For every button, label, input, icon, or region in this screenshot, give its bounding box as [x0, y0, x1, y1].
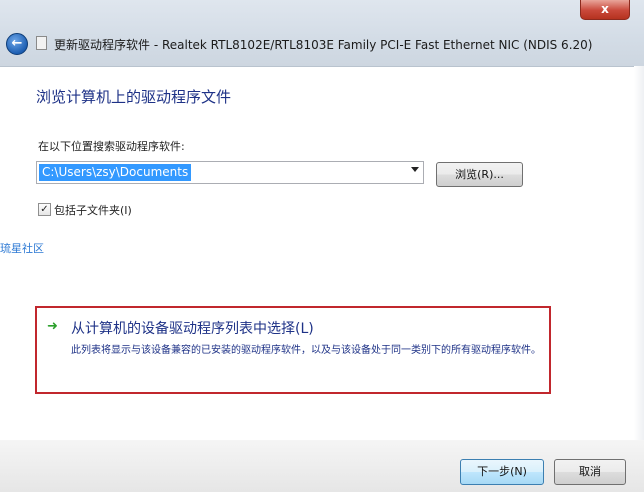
close-button[interactable]: x — [580, 0, 630, 20]
cancel-button[interactable]: 取消 — [554, 459, 626, 485]
back-arrow-icon[interactable]: ← — [6, 33, 28, 55]
window-icon — [36, 36, 47, 50]
window-title: 更新驱动程序软件 - Realtek RTL8102E/RTL8103E Fam… — [54, 38, 593, 52]
path-combobox[interactable]: C:\Users\zsy\Documents — [36, 161, 424, 184]
window-edge — [634, 66, 644, 440]
path-value[interactable]: C:\Users\zsy\Documents — [39, 164, 192, 181]
next-button[interactable]: 下一步(N) — [460, 459, 544, 485]
green-arrow-icon: ➜ — [47, 319, 58, 334]
footer-bar — [0, 440, 644, 492]
search-location-label: 在以下位置搜索驱动程序软件: — [38, 140, 185, 153]
chevron-down-icon[interactable] — [411, 167, 419, 172]
option-description: 此列表将显示与该设备兼容的已安装的驱动程序软件，以及与该设备处于同一类别下的所有… — [71, 345, 541, 356]
watermark-text: 琉星社区 — [0, 242, 44, 255]
option-title[interactable]: 从计算机的设备驱动程序列表中选择(L) — [71, 318, 314, 338]
include-subfolders-label[interactable]: 包括子文件夹(I) — [54, 202, 132, 218]
title-bar: x ← 更新驱动程序软件 - Realtek RTL8102E/RTL8103E… — [0, 0, 644, 67]
page-heading: 浏览计算机上的驱动程序文件 — [36, 88, 232, 106]
include-subfolders-checkbox[interactable]: ✓ — [38, 203, 51, 216]
pick-from-list-option[interactable]: ➜ 从计算机的设备驱动程序列表中选择(L) 此列表将显示与该设备兼容的已安装的驱… — [35, 306, 551, 394]
browse-button[interactable]: 浏览(R)... — [436, 162, 523, 187]
